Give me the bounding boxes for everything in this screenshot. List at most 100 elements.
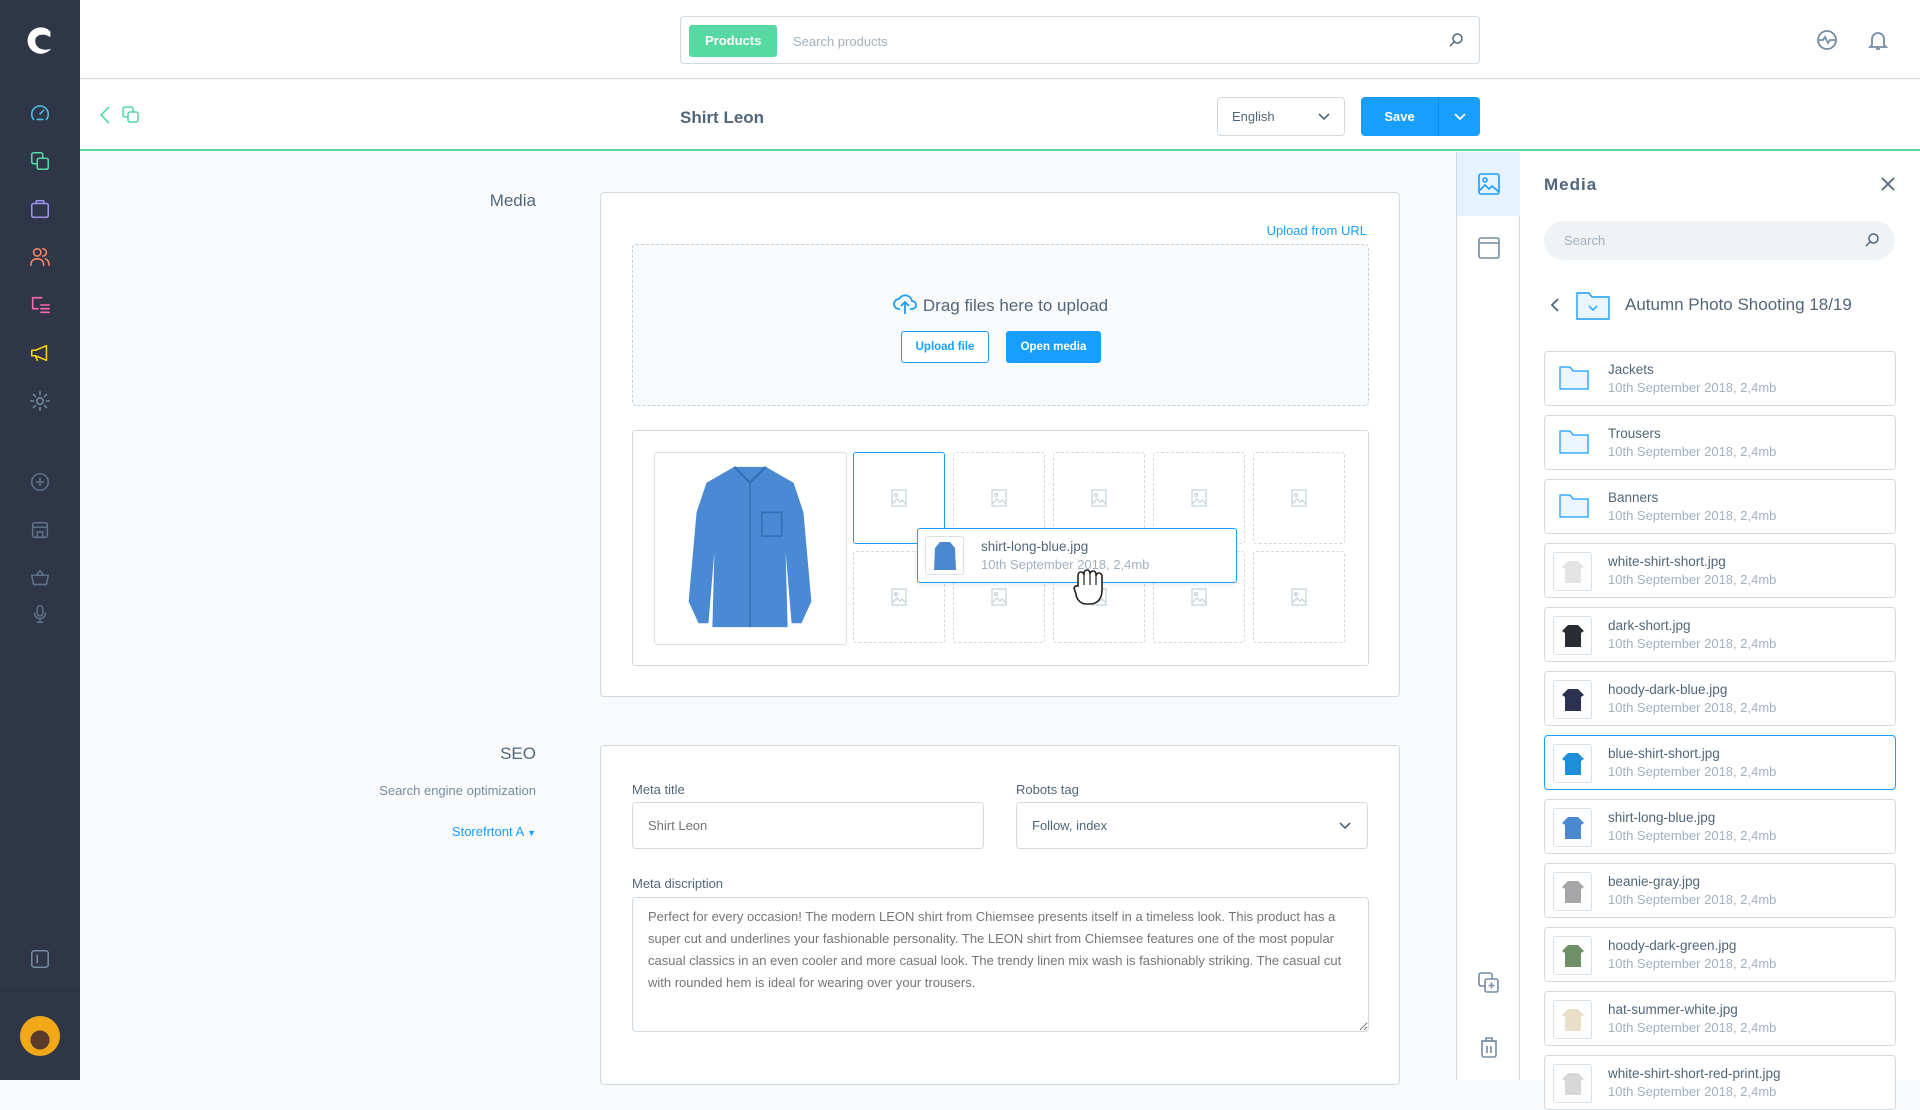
- media-thumbnail: [1553, 616, 1592, 655]
- upload-file-button[interactable]: Upload file: [901, 331, 989, 363]
- folder-icon: [1559, 430, 1589, 459]
- search-type-badge[interactable]: Products: [689, 25, 778, 57]
- meta-title-label: Meta title: [632, 782, 685, 797]
- settings-gear-icon[interactable]: [28, 389, 52, 413]
- chevron-down-icon: ▼: [527, 828, 536, 838]
- media-folder-item[interactable]: Trousers 10th September 2018, 2,4mb: [1544, 415, 1896, 470]
- main-navigation: [0, 0, 80, 1080]
- delete-button[interactable]: [1457, 1015, 1520, 1079]
- media-item-meta: 10th September 2018, 2,4mb: [1608, 1084, 1777, 1099]
- back-chevron-icon[interactable]: [98, 105, 112, 130]
- media-thumbnail: [1553, 1000, 1592, 1039]
- media-thumbnail: [1553, 552, 1592, 591]
- robots-tag-label: Robots tag: [1016, 782, 1079, 797]
- media-file-item[interactable]: hoody-dark-blue.jpg 10th September 2018, …: [1544, 671, 1896, 726]
- save-button-group: Save: [1361, 97, 1480, 136]
- image-placeholder-icon: [1191, 489, 1207, 507]
- media-item-meta: 10th September 2018, 2,4mb: [1608, 1020, 1777, 1035]
- upload-from-url-link[interactable]: Upload from URL: [1267, 223, 1367, 238]
- layout-tab-button[interactable]: [1457, 216, 1520, 280]
- user-avatar[interactable]: [20, 1016, 60, 1056]
- media-search-input[interactable]: [1564, 221, 1844, 260]
- media-thumbnail: [1553, 744, 1592, 783]
- catalogues-icon[interactable]: [28, 149, 52, 173]
- image-placeholder-icon: [991, 489, 1007, 507]
- language-select[interactable]: English: [1217, 97, 1345, 136]
- upload-dropzone[interactable]: Drag files here to upload Upload file Op…: [632, 244, 1369, 406]
- save-options-button[interactable]: [1438, 97, 1480, 136]
- seo-card: Meta title Robots tag Follow, index Meta…: [600, 745, 1400, 1085]
- media-folder-item[interactable]: Jackets 10th September 2018, 2,4mb: [1544, 351, 1896, 406]
- save-button[interactable]: Save: [1361, 97, 1438, 136]
- meta-description-label: Meta discription: [632, 876, 724, 891]
- image-placeholder-icon: [1091, 489, 1107, 507]
- plus-circle-icon[interactable]: [28, 470, 52, 494]
- microphone-icon[interactable]: [28, 602, 52, 626]
- cloud-upload-icon: [893, 294, 917, 314]
- top-bar: Products: [80, 0, 1920, 79]
- sidebar-collapse-icon[interactable]: [28, 947, 52, 971]
- open-media-button[interactable]: Open media: [1006, 331, 1101, 363]
- meta-description-textarea[interactable]: [632, 897, 1369, 1032]
- media-item-meta: 10th September 2018, 2,4mb: [1608, 956, 1777, 971]
- storefront-icon[interactable]: [28, 518, 52, 542]
- media-file-item[interactable]: dark-short.jpg 10th September 2018, 2,4mb: [1544, 607, 1896, 662]
- media-file-item[interactable]: beanie-gray.jpg 10th September 2018, 2,4m…: [1544, 863, 1896, 918]
- drag-hint-text: Drag files here to upload: [922, 296, 1109, 315]
- media-item-meta: 10th September 2018, 2,4mb: [1608, 380, 1777, 395]
- dashboard-icon[interactable]: [28, 101, 52, 125]
- customers-icon[interactable]: [28, 245, 52, 269]
- media-file-item[interactable]: white-shirt-short.jpg 10th September 2018…: [1544, 543, 1896, 598]
- image-placeholder-icon: [1291, 489, 1307, 507]
- chevron-down-icon: [1453, 112, 1466, 120]
- activity-icon[interactable]: [1815, 28, 1839, 52]
- chevron-down-icon: [1339, 803, 1351, 848]
- current-folder-icon: [1576, 292, 1610, 325]
- add-media-button[interactable]: [1457, 951, 1520, 1015]
- dragged-media-item[interactable]: shirt-long-blue.jpg 10th September 2018,…: [917, 528, 1237, 605]
- bell-icon[interactable]: [1866, 28, 1890, 52]
- media-thumbnail: [1553, 808, 1592, 847]
- robots-tag-select[interactable]: Follow, index: [1016, 802, 1368, 849]
- image-slot[interactable]: [1253, 551, 1345, 643]
- media-file-item[interactable]: blue-shirt-short.jpg 10th September 2018,…: [1544, 735, 1896, 790]
- media-item-name: hoody-dark-blue.jpg: [1608, 682, 1728, 697]
- close-icon[interactable]: [1880, 176, 1896, 197]
- media-item-name: blue-shirt-short.jpg: [1608, 746, 1720, 761]
- nav-divider: [0, 990, 80, 991]
- media-item-name: Banners: [1608, 490, 1659, 505]
- dragged-item-meta: 10th September 2018, 2,4mb: [981, 557, 1150, 572]
- media-item-name: white-shirt-short-red-print.jpg: [1608, 1066, 1781, 1081]
- media-tab-button[interactable]: [1457, 152, 1520, 216]
- image-placeholder-icon: [1291, 588, 1307, 606]
- meta-title-input[interactable]: [632, 802, 984, 849]
- image-placeholder-icon: [891, 588, 907, 606]
- marketing-icon[interactable]: [28, 341, 52, 365]
- search-icon[interactable]: [1447, 31, 1465, 54]
- robots-tag-value: Follow, index: [1032, 818, 1108, 833]
- basket-icon[interactable]: [28, 566, 52, 590]
- media-item-name: beanie-gray.jpg: [1608, 874, 1701, 889]
- search-icon[interactable]: [1863, 231, 1881, 254]
- image-slot[interactable]: [1253, 452, 1345, 544]
- chevron-down-icon: [1318, 98, 1330, 135]
- trash-icon: [1480, 1037, 1497, 1058]
- cover-image[interactable]: [654, 452, 847, 645]
- media-item-name: hoody-dark-green.jpg: [1608, 938, 1737, 953]
- shopware-logo-icon[interactable]: [22, 22, 58, 58]
- media-file-item[interactable]: white-shirt-short-red-print.jpg 10th Sept…: [1544, 1055, 1896, 1110]
- global-search-input[interactable]: [793, 25, 1433, 57]
- content-icon[interactable]: [28, 293, 52, 317]
- storefront-switch[interactable]: Storefrtont A ▼: [380, 824, 536, 839]
- media-file-item[interactable]: hoody-dark-green.jpg 10th September 2018,…: [1544, 927, 1896, 982]
- folder-back-icon[interactable]: [1550, 298, 1560, 317]
- orders-icon[interactable]: [28, 197, 52, 221]
- media-file-item[interactable]: shirt-long-blue.jpg 10th September 2018, …: [1544, 799, 1896, 854]
- duplicate-icon[interactable]: [122, 106, 140, 129]
- media-item-meta: 10th September 2018, 2,4mb: [1608, 444, 1777, 459]
- media-item-name: hat-summer-white.jpg: [1608, 1002, 1738, 1017]
- media-file-item[interactable]: hat-summer-white.jpg 10th September 2018,…: [1544, 991, 1896, 1046]
- media-folder-item[interactable]: Banners 10th September 2018, 2,4mb: [1544, 479, 1896, 534]
- image-icon: [1477, 173, 1500, 195]
- media-thumbnail: [1553, 1064, 1592, 1103]
